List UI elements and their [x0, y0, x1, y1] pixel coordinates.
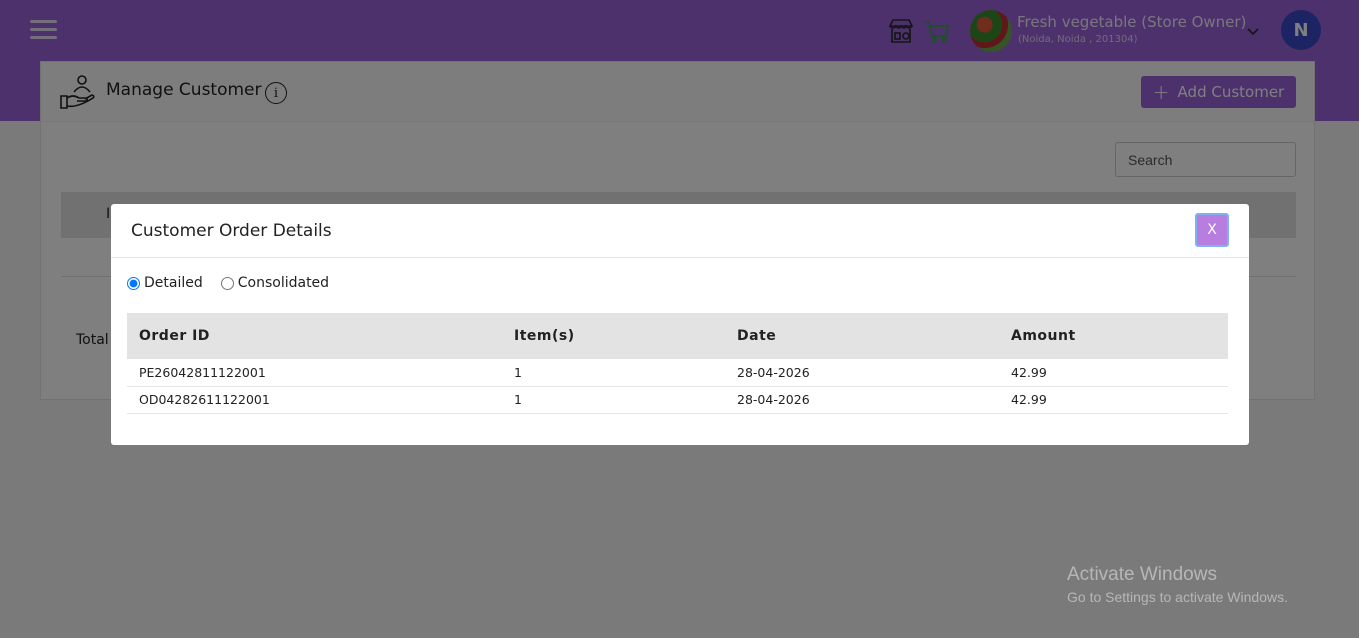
watermark-title: Activate Windows	[1067, 564, 1217, 585]
table-header-row: Order ID Item(s) Date Amount	[127, 313, 1228, 359]
radio-detailed[interactable]: Detailed	[127, 275, 203, 291]
column-order-id: Order ID	[127, 313, 502, 359]
radio-detailed-label: Detailed	[144, 275, 203, 291]
customer-order-details-modal: Customer Order Details X Detailed Consol…	[111, 204, 1249, 445]
amount-cell: 42.99	[999, 359, 1228, 387]
items-cell: 1	[502, 359, 725, 387]
order-id-cell: PE26042811122001	[127, 359, 502, 387]
radio-detailed-input[interactable]	[127, 276, 140, 290]
items-cell: 1	[502, 386, 725, 414]
column-items: Item(s)	[502, 313, 725, 359]
orders-table: Order ID Item(s) Date Amount PE260428111…	[127, 313, 1228, 414]
column-date: Date	[725, 313, 999, 359]
table-row: PE26042811122001 1 28-04-2026 42.99	[127, 359, 1228, 387]
radio-consolidated[interactable]: Consolidated	[220, 275, 330, 291]
modal-title: Customer Order Details	[131, 221, 332, 241]
order-id-cell: OD04282611122001	[127, 386, 502, 414]
table-row: OD04282611122001 1 28-04-2026 42.99	[127, 386, 1228, 414]
amount-cell: 42.99	[999, 386, 1228, 414]
date-cell: 28-04-2026	[725, 386, 999, 414]
modal-header: Customer Order Details X	[111, 204, 1249, 258]
radio-consolidated-input[interactable]	[220, 276, 234, 290]
watermark-subtitle: Go to Settings to activate Windows.	[1067, 589, 1288, 605]
close-button[interactable]: X	[1195, 213, 1229, 247]
date-cell: 28-04-2026	[725, 359, 999, 387]
radio-consolidated-label: Consolidated	[237, 275, 330, 291]
view-mode-radio-group: Detailed Consolidated	[127, 275, 347, 291]
column-amount: Amount	[999, 313, 1228, 359]
